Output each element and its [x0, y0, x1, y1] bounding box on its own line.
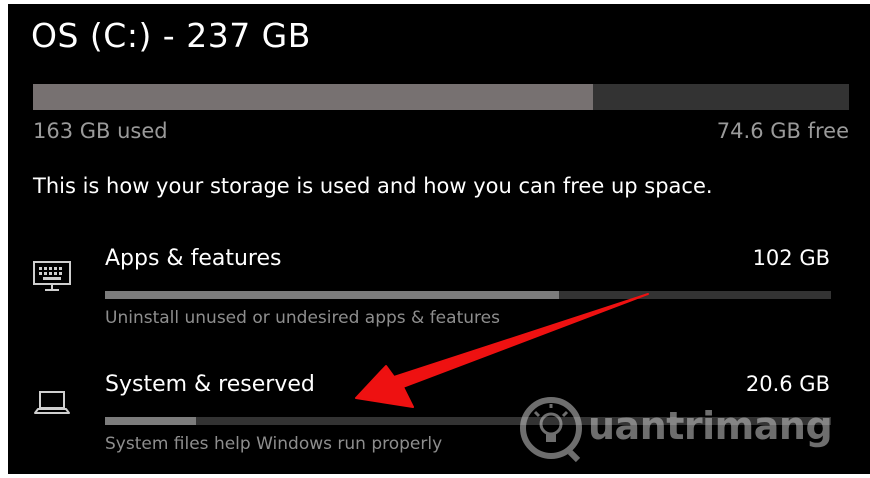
category-system-reserved[interactable]: System & reserved 20.6 GB System files h…: [8, 370, 870, 474]
drive-title: OS (C:) - 237 GB: [31, 16, 311, 55]
category-usage-bar-fill: [105, 291, 559, 299]
drive-usage-bar-fill: [33, 84, 593, 110]
storage-panel: OS (C:) - 237 GB 163 GB used 74.6 GB fre…: [8, 4, 870, 474]
free-space-label: 74.6 GB free: [716, 119, 849, 143]
storage-intro-text: This is how your storage is used and how…: [33, 174, 713, 198]
category-size: 20.6 GB: [745, 372, 830, 396]
category-size: 102 GB: [752, 246, 830, 270]
category-description: System files help Windows run properly: [105, 434, 443, 454]
used-space-label: 163 GB used: [33, 119, 168, 143]
drive-usage-bar: [33, 84, 849, 110]
keyboard-monitor-icon: [33, 261, 71, 291]
category-usage-bar-fill: [105, 417, 197, 425]
category-description: Uninstall unused or undesired apps & fea…: [105, 308, 500, 328]
laptop-icon: [34, 391, 70, 414]
category-usage-bar: [105, 291, 831, 299]
category-name: System & reserved: [105, 372, 315, 397]
category-apps-features[interactable]: Apps & features 102 GB Uninstall unused …: [8, 244, 870, 354]
category-name: Apps & features: [105, 246, 282, 271]
category-usage-bar: [105, 417, 831, 425]
